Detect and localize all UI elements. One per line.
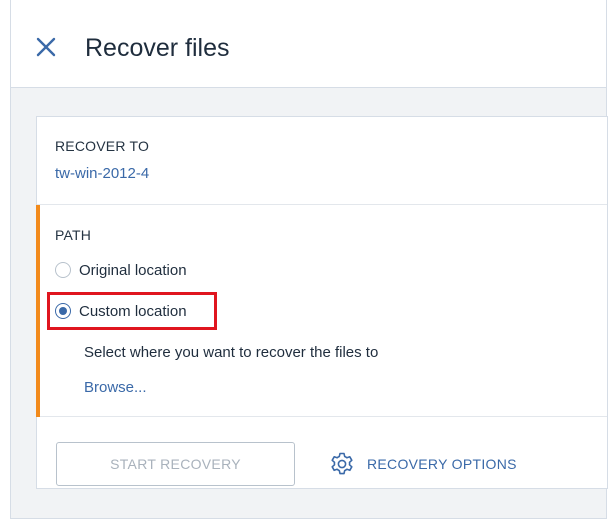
radio-custom-location[interactable]: Custom location (55, 300, 187, 322)
path-label: PATH (55, 227, 92, 243)
radio-label-original: Original location (79, 261, 187, 279)
radio-button-original[interactable] (55, 262, 71, 278)
radio-original-location[interactable]: Original location (55, 259, 187, 281)
start-recovery-button[interactable]: START RECOVERY (56, 442, 295, 486)
path-section: PATH Original location Custom location S… (36, 205, 607, 417)
recover-to-section: RECOVER TO tw-win-2012-4 (37, 117, 607, 205)
recover-to-target-link[interactable]: tw-win-2012-4 (55, 165, 149, 182)
recover-files-panel: Recover files RECOVER TO tw-win-2012-4 P… (10, 0, 608, 519)
close-icon (36, 37, 56, 57)
helper-text: Select where you want to recover the fil… (84, 344, 379, 361)
recovery-options-label: RECOVERY OPTIONS (367, 456, 517, 472)
radio-label-custom: Custom location (79, 302, 187, 320)
gear-icon (331, 452, 353, 475)
browse-link[interactable]: Browse... (84, 379, 147, 396)
radio-button-custom[interactable] (55, 303, 71, 319)
recovery-card: RECOVER TO tw-win-2012-4 PATH Original l… (36, 116, 608, 489)
section-accent-bar (36, 205, 40, 417)
recover-to-label: RECOVER TO (55, 138, 150, 154)
recovery-options-button[interactable]: RECOVERY OPTIONS (329, 442, 517, 486)
actions-bar: START RECOVERY RECOVERY OPTIONS (37, 417, 607, 490)
page-title: Recover files (85, 34, 230, 62)
panel-header: Recover files (11, 0, 606, 88)
close-button[interactable] (35, 36, 57, 58)
